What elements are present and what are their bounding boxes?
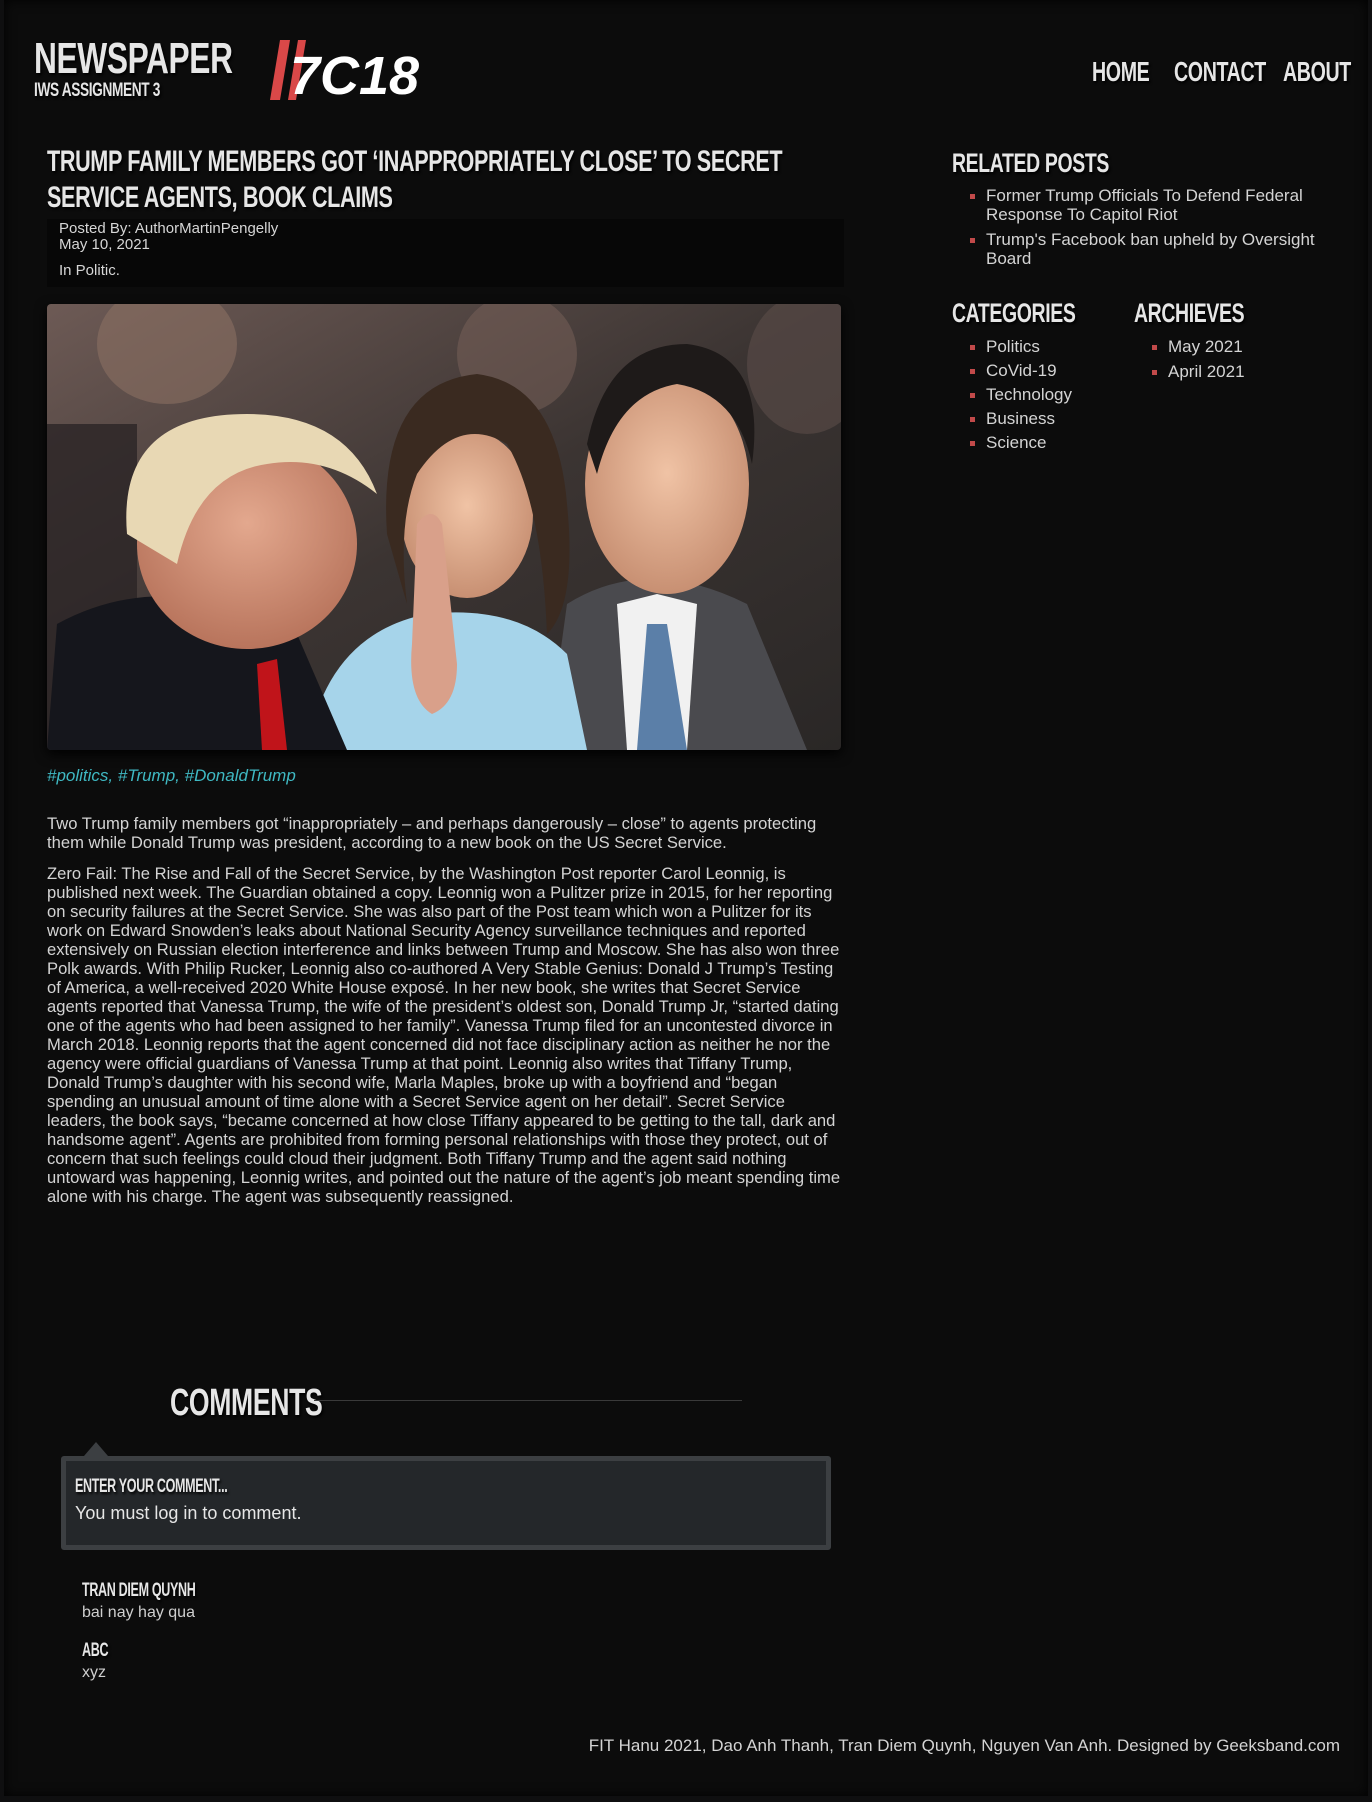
- comment-author: TRAN DIEM QUYNH: [82, 1580, 196, 1601]
- archive-link[interactable]: May 2021: [1152, 337, 1245, 356]
- site-logo[interactable]: 7C18: [266, 38, 446, 104]
- category-link[interactable]: Politics: [970, 337, 1072, 356]
- article-paragraph: Zero Fail: The Rise and Fall of the Secr…: [47, 864, 841, 1206]
- comment-text: bai nay hay qua: [82, 1604, 195, 1621]
- comments-heading: COMMENTS: [170, 1382, 323, 1424]
- post-date: May 10, 2021: [59, 236, 150, 253]
- related-posts-list: Former Trump Officials To Defend Federal…: [970, 186, 1330, 274]
- site-subtitle: IWS ASSIGNMENT 3: [34, 80, 160, 101]
- footer-credits: FIT Hanu 2021, Dao Anh Thanh, Tran Diem …: [588, 1736, 1340, 1755]
- categories-heading: CATEGORIES: [952, 298, 1076, 328]
- nav-contact[interactable]: CONTACT: [1174, 56, 1266, 88]
- comment-box-label: ENTER YOUR COMMENT...: [75, 1476, 228, 1497]
- article-paragraph: Two Trump family members got “inappropri…: [47, 814, 817, 852]
- comment-box-pointer: [84, 1442, 108, 1456]
- category-link[interactable]: Business: [970, 409, 1072, 428]
- archives-list: May 2021 April 2021: [1152, 337, 1245, 387]
- nav-about[interactable]: ABOUT: [1283, 56, 1351, 88]
- nav-home[interactable]: HOME: [1092, 56, 1150, 88]
- article-body: Two Trump family members got “inappropri…: [47, 814, 847, 1218]
- related-post-link[interactable]: Former Trump Officials To Defend Federal…: [970, 186, 1330, 224]
- comment-text: xyz: [82, 1664, 106, 1681]
- archive-link[interactable]: April 2021: [1152, 362, 1245, 381]
- category-link[interactable]: CoVid-19: [970, 361, 1072, 380]
- post-meta: Posted By: AuthorMartinPengelly May 10, …: [47, 219, 844, 287]
- article-title: TRUMP FAMILY MEMBERS GOT ‘INAPPROPRIATEL…: [47, 145, 783, 214]
- archives-heading: ARCHIEVES: [1134, 298, 1245, 328]
- post-author[interactable]: Posted By: AuthorMartinPengelly: [59, 221, 832, 237]
- article-tags[interactable]: #politics, #Trump, #DonaldTrump: [47, 766, 296, 786]
- related-post-link[interactable]: Trump's Facebook ban upheld by Oversight…: [970, 230, 1330, 268]
- site-title[interactable]: NEWSPAPER: [34, 34, 233, 84]
- article-image: [47, 304, 841, 750]
- login-required-message[interactable]: You must log in to comment.: [75, 1503, 301, 1524]
- category-link[interactable]: Technology: [970, 385, 1072, 404]
- comment-author: ABC: [82, 1640, 109, 1661]
- post-category[interactable]: In Politic.: [59, 263, 832, 279]
- comments-divider: [314, 1400, 742, 1401]
- comment-box: ENTER YOUR COMMENT... You must log in to…: [61, 1456, 831, 1550]
- logo-text: 7C18: [290, 46, 419, 104]
- categories-list: Politics CoVid-19 Technology Business Sc…: [970, 337, 1072, 457]
- related-posts-heading: RELATED POSTS: [952, 148, 1109, 178]
- category-link[interactable]: Science: [970, 433, 1072, 452]
